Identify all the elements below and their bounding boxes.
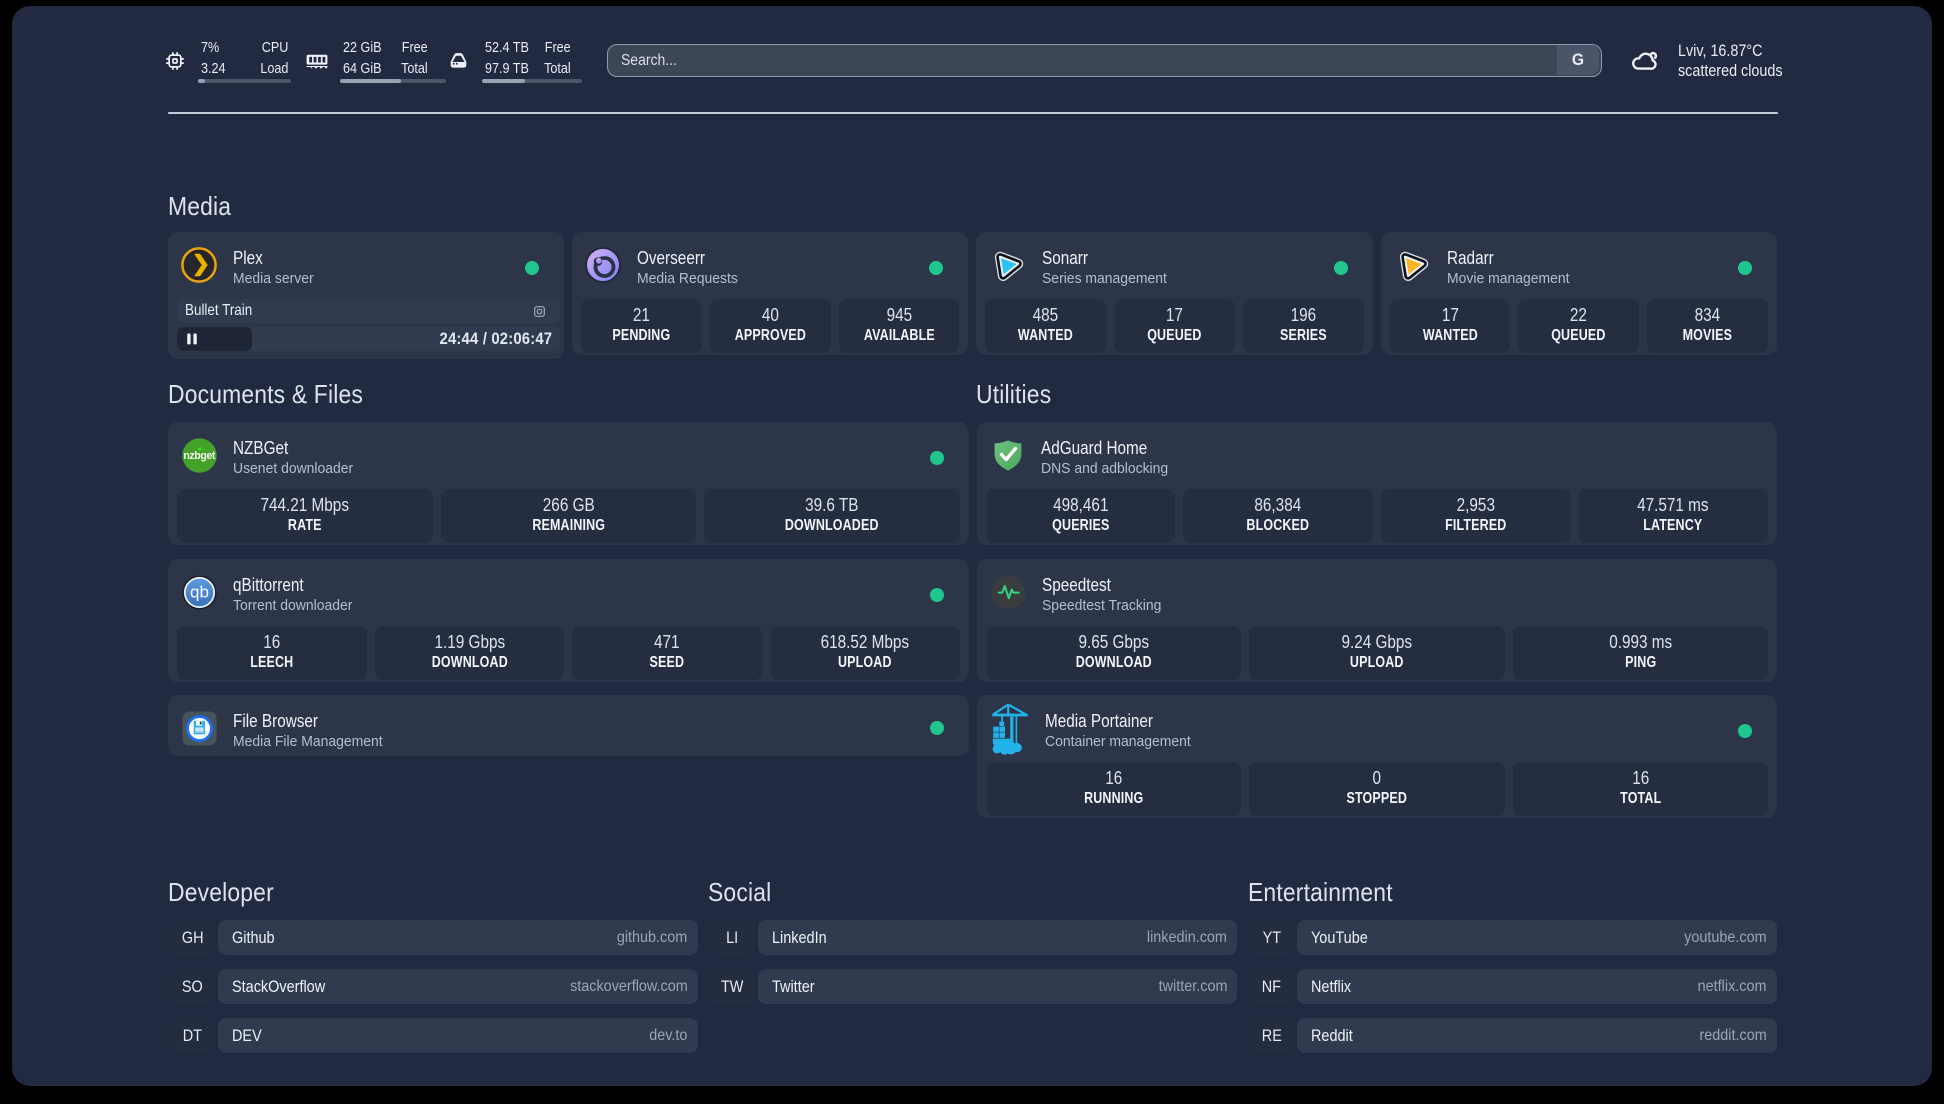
svg-text:qb: qb [190,583,209,602]
svg-text:nzbget: nzbget [183,450,216,462]
